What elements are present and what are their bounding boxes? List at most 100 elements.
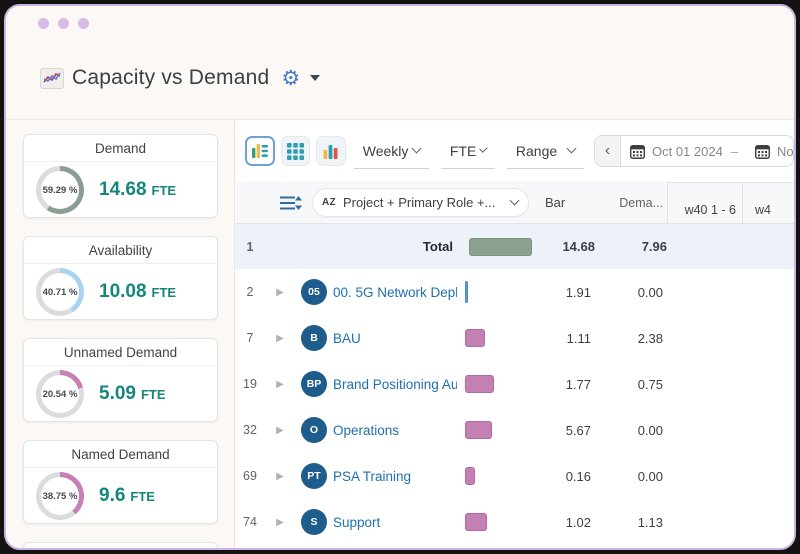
bar-chart-view-icon [322,143,339,160]
project-badge: S [301,509,327,535]
total-row: 1 Total 14.68 7.96 [235,224,794,269]
start-date[interactable]: Oct 01 2024 [652,144,723,159]
project-badge: O [301,417,327,443]
calendar-icon [630,144,645,159]
kpi-value: 10.08 [99,281,147,303]
column-header-w40[interactable]: w40 1 - 6 [667,182,742,223]
kpi-value: 14.68 [99,179,147,201]
kpi-card-title: Named Demand [24,441,217,468]
grouping-select[interactable]: AZ Project + Primary Role +... [312,188,529,217]
table-row: 7 ▶ B BAU 1.11 2.38 [235,315,794,361]
column-header-demand[interactable]: Dema... [605,182,667,223]
total-label: Total [333,239,461,254]
expand-arrow-icon[interactable]: ▶ [265,287,295,298]
project-link[interactable]: PSA Training [333,469,457,484]
demand-value: 1.77 [533,377,595,392]
project-link[interactable]: 00. 5G Network Deployment [333,285,457,300]
w40-value: 1.13 [595,515,670,530]
expand-arrow-icon[interactable]: ▶ [265,379,295,390]
row-number: 2 [235,285,265,299]
donut-percent-label: 38.75 % [41,477,79,515]
grouping-select-value: Project + Primary Role +... [343,195,505,210]
total-demand-bar [469,238,532,256]
kpi-card-title: Unnamed Demand [24,339,217,366]
demand-value: 5.67 [533,423,595,438]
period-select-value: Weekly [363,143,409,159]
demand-value: 0.16 [533,469,595,484]
demand-bar [465,421,492,439]
report-header: Capacity vs Demand ⚙ [40,66,320,90]
named-demand-donut-chart: 38.75 % [36,472,84,520]
content-area: Demand 59.29 % 14.68 FTE Availability 40… [6,119,794,548]
unit-select[interactable]: FTE [441,143,495,169]
unit-select-value: FTE [450,143,476,159]
total-demand-value: 14.68 [537,239,599,254]
row-number: 32 [235,423,265,437]
period-select[interactable]: Weekly [354,143,429,169]
end-date[interactable]: Nov [777,144,794,159]
project-link[interactable]: BAU [333,331,457,346]
reorder-sort-icon[interactable] [280,195,302,211]
chevron-down-icon [480,144,488,152]
expand-arrow-icon[interactable]: ▶ [265,471,295,482]
chart-table-view-button[interactable] [245,136,275,166]
window-dot [58,18,69,29]
row-number: 7 [235,331,265,345]
unnamed-demand-donut-chart: 20.54 % [36,370,84,418]
kpi-card-named-demand: Named Demand 38.75 % 9.6 FTE [23,440,218,524]
w40-value: 0.00 [595,285,670,300]
demand-bar [465,375,494,393]
kpi-card-title: Availability [24,237,217,264]
w40-value: 0.00 [595,469,670,484]
calendar-icon [755,144,770,159]
expand-arrow-icon[interactable]: ▶ [265,333,295,344]
expand-arrow-icon[interactable]: ▶ [265,425,295,436]
sort-az-icon: AZ [322,197,336,208]
date-range-picker[interactable]: ‹ Oct 01 2024 – [594,135,794,167]
kpi-card-demand: Demand 59.29 % 14.68 FTE [23,134,218,218]
grid-header-row: AZ Project + Primary Role +... Bar Dema.… [235,182,794,224]
grid-panel: Weekly FTE Range ‹ [235,120,794,548]
table-row: 74 ▶ S Support 1.02 1.13 [235,499,794,545]
table-view-icon [287,143,304,160]
kpi-unit: FTE [141,387,166,402]
row-number: 69 [235,469,265,483]
kpi-card-availability: Availability 40.71 % 10.08 FTE [23,236,218,320]
bar-chart-view-button[interactable] [316,136,346,166]
row-number: 74 [235,515,265,529]
table-view-button[interactable] [281,136,311,166]
header-caret-down-icon[interactable] [310,75,320,81]
kpi-sidebar: Demand 59.29 % 14.68 FTE Availability 40… [6,120,235,548]
date-separator: – [731,144,738,159]
table-row: 19 ▶ BP Brand Positioning Audit 1.77 0.7… [235,361,794,407]
demand-bar [465,329,485,347]
row-number: 19 [235,377,265,391]
settings-gear-icon[interactable]: ⚙ [281,68,300,89]
page-title: Capacity vs Demand [72,66,269,90]
project-link[interactable]: Brand Positioning Audit [333,377,457,392]
app-window: Capacity vs Demand ⚙ Demand 59.29 % 14.6… [4,4,796,550]
range-select-value: Range [516,143,557,159]
range-select[interactable]: Range [507,143,584,169]
donut-percent-label: 40.71 % [41,273,79,311]
kpi-value: 5.09 [99,383,136,405]
project-badge: PT [301,463,327,489]
row-number: 1 [235,240,265,254]
column-header-w41[interactable]: w4 [742,182,794,223]
chevron-down-icon [411,144,421,154]
project-link[interactable]: Support [333,515,457,530]
chevron-down-icon [510,196,520,206]
demand-bar [465,281,468,303]
window-controls [38,18,89,29]
previous-period-button[interactable]: ‹ [595,136,621,166]
grid-toolbar: Weekly FTE Range ‹ [235,120,794,182]
w40-value: 0.00 [595,423,670,438]
column-header-bar[interactable]: Bar [529,182,605,223]
kpi-value: 9.6 [99,485,125,507]
project-link[interactable]: Operations [333,423,457,438]
availability-donut-chart: 40.71 % [36,268,84,316]
kpi-card-title: Demand [24,135,217,162]
demand-value: 1.11 [533,331,595,346]
expand-arrow-icon[interactable]: ▶ [265,517,295,528]
line-chart-icon [40,68,64,89]
